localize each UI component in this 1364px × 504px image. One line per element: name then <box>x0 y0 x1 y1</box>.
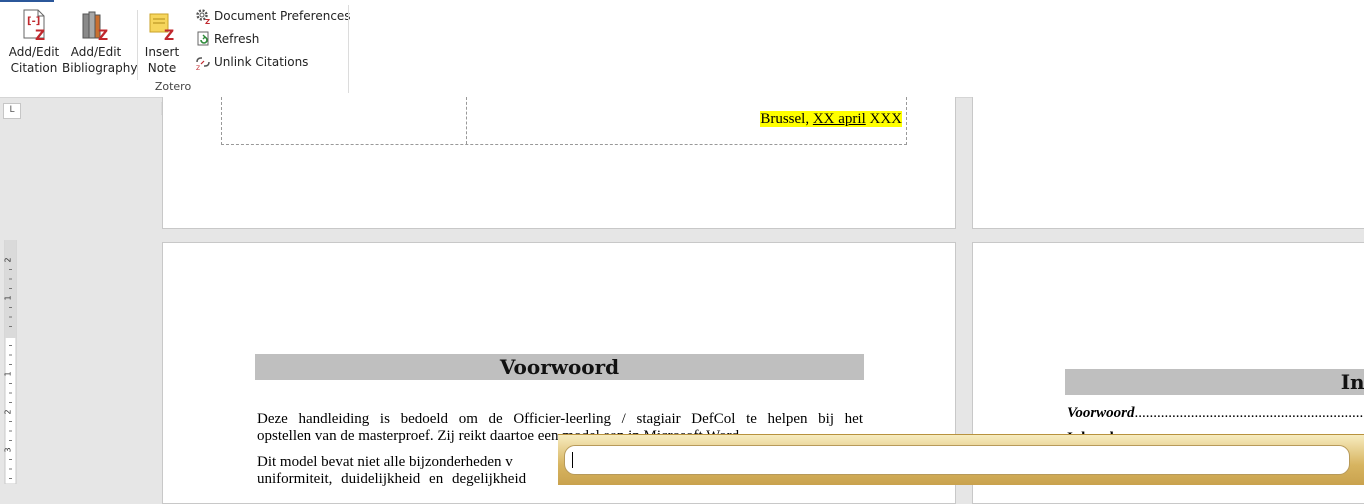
paragraph-2-line-2: uniformiteit, duidelijkheid en degelijkh… <box>257 471 527 487</box>
refresh-label: Refresh <box>214 32 260 46</box>
zotero-z-glyph: Z <box>35 28 45 42</box>
unlink-icon: Z <box>195 54 211 72</box>
ruler-label: 3 <box>4 447 13 452</box>
document-page-1: Brussel, XX april XXX <box>162 97 956 229</box>
vertical-ruler[interactable]: 2 1 1 2 3 <box>3 239 18 485</box>
refresh-button[interactable]: Refresh <box>195 30 259 48</box>
add-edit-citation-label: Add/Edit Citation <box>8 45 60 75</box>
ruler-label: 1 <box>4 295 13 300</box>
paragraph-2-line-1: Dit model bevat niet alle bijzonderheden… <box>257 454 513 470</box>
ruler-label: 2 <box>4 409 13 414</box>
svg-text:Z: Z <box>164 28 174 42</box>
voorwoord-heading: Voorwoord <box>255 354 864 380</box>
tab-selector[interactable]: L <box>3 103 21 119</box>
unlink-citations-label: Unlink Citations <box>214 55 309 69</box>
paragraph-1-line-1: Deze handleiding is bedoeld om de Offici… <box>257 411 863 427</box>
svg-text:Z: Z <box>196 65 200 70</box>
ruler-label: 1 <box>4 371 13 376</box>
zotero-group-label: Zotero <box>154 80 192 93</box>
svg-text:Z: Z <box>205 18 210 24</box>
insert-note-label: Insert Note <box>144 45 180 75</box>
signature-table: Brussel, XX april XXX <box>221 97 907 145</box>
refresh-icon <box>195 31 211 47</box>
group-separator <box>348 5 349 93</box>
svg-text:Z: Z <box>98 28 108 42</box>
ribbon: [-] Z Add/Edit Citation Z Add/Edit Bibli… <box>0 0 1364 98</box>
citation-search-input[interactable] <box>564 445 1350 475</box>
unlink-citations-button[interactable]: Z Unlink Citations <box>195 53 309 72</box>
document-preferences-button[interactable]: Z Document Preferences <box>195 7 351 26</box>
toc-entry-voorwoord[interactable]: Voorwoord...............................… <box>1067 405 1364 422</box>
document-preferences-label: Document Preferences <box>214 9 351 23</box>
add-edit-citation-button[interactable]: [-] Z Add/Edit Citation <box>6 6 62 76</box>
signature-line: Brussel, XX april XXX <box>760 111 902 127</box>
add-edit-bibliography-button[interactable]: Z Add/Edit Bibliography <box>62 6 138 76</box>
ribbon-separator <box>137 10 138 80</box>
ruler-label: 2 <box>4 257 13 262</box>
gear-icon: Z <box>195 8 211 26</box>
zotero-quick-format-bar <box>558 434 1364 485</box>
add-edit-bibliography-label: Add/Edit Bibliography <box>62 45 138 75</box>
active-tab-indicator <box>0 0 54 2</box>
svg-text:[-]: [-] <box>27 16 40 27</box>
note-icon: Z <box>146 8 178 44</box>
text-caret <box>572 452 573 468</box>
insert-note-button[interactable]: Z Insert Note <box>142 6 182 76</box>
inhoud-heading: Inhoud <box>1065 369 1364 395</box>
citation-icon: [-] Z <box>18 8 50 44</box>
bibliography-icon: Z <box>80 8 112 44</box>
document-page-1b <box>972 97 1364 229</box>
